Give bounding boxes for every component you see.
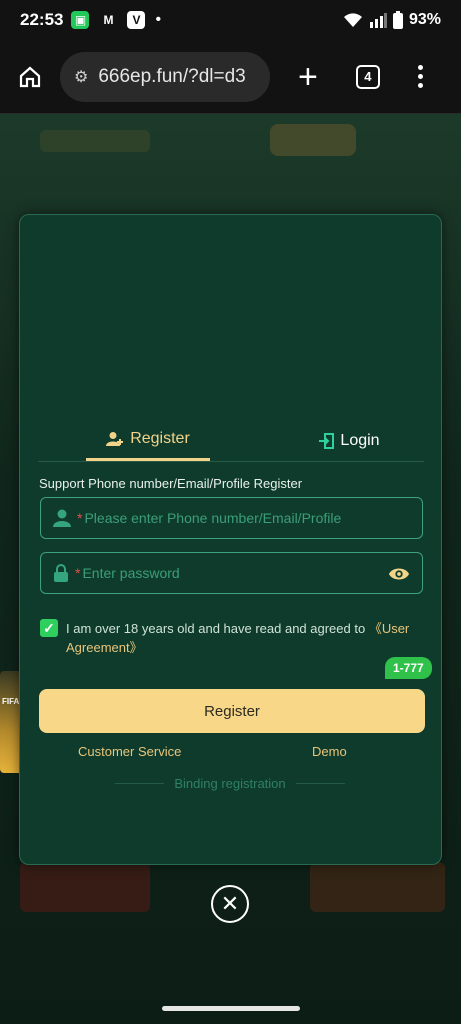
blurred-header-button xyxy=(270,124,356,156)
auth-tabs: Register Login xyxy=(38,420,424,462)
address-bar[interactable]: ⚙ 666ep.fun/?dl=d3 xyxy=(60,51,270,102)
gesture-home-bar[interactable] xyxy=(162,1006,300,1011)
required-mark: * xyxy=(75,565,81,581)
account-placeholder: Please enter Phone number/Email/Profile xyxy=(84,510,342,526)
tab-switcher-button[interactable]: 4 xyxy=(355,64,380,89)
lock-icon xyxy=(54,564,68,582)
agreement-text: I am over 18 years old and have read and… xyxy=(66,619,425,657)
wifi-icon xyxy=(343,13,362,27)
required-mark: * xyxy=(77,510,83,526)
tab-register[interactable]: Register xyxy=(86,420,210,461)
agreement-row: ✓ I am over 18 years old and have read a… xyxy=(40,619,425,657)
new-tab-icon[interactable]: + xyxy=(298,60,318,94)
tab-count: 4 xyxy=(364,69,372,84)
mail-icon: M xyxy=(103,13,114,27)
close-icon[interactable]: ✕ xyxy=(211,885,249,923)
signal-icon xyxy=(369,13,387,28)
site-settings-icon[interactable]: ⚙ xyxy=(74,67,88,87)
binding-registration: Binding registration xyxy=(115,776,346,791)
blurred-game-tile xyxy=(310,862,445,912)
customer-service-link[interactable]: Customer Service xyxy=(78,744,181,759)
fifa-badge-text: FIFA xyxy=(2,697,20,706)
user-icon xyxy=(53,509,71,527)
tab-login[interactable]: Login xyxy=(274,420,424,461)
tab-login-label: Login xyxy=(340,431,380,449)
support-text: Support Phone number/Email/Profile Regis… xyxy=(39,476,303,491)
home-icon[interactable] xyxy=(18,65,42,89)
url-text: 666ep.fun/?dl=d3 xyxy=(98,65,246,87)
clock: 22:53 xyxy=(20,10,64,29)
v-app-icon: V xyxy=(127,11,146,29)
battery-icon xyxy=(392,11,403,29)
register-button[interactable]: Register xyxy=(39,689,425,733)
browser-toolbar: ⚙ 666ep.fun/?dl=d3 + 4 xyxy=(0,40,461,114)
promo-chip: 1-777 xyxy=(385,657,432,679)
demo-link[interactable]: Demo xyxy=(312,744,347,759)
divider xyxy=(295,783,346,784)
password-placeholder: Enter password xyxy=(82,565,180,581)
add-user-icon xyxy=(106,432,124,446)
account-input[interactable]: * Please enter Phone number/Email/Profil… xyxy=(40,497,423,539)
login-icon xyxy=(319,432,335,449)
battery-level: 93% xyxy=(408,11,441,28)
show-password-icon[interactable] xyxy=(388,563,410,585)
auth-modal: Register Login Support Phone number/Emai… xyxy=(19,214,442,865)
agreement-label: I am over 18 years old and have read and… xyxy=(66,621,369,636)
blurred-logo xyxy=(40,130,150,152)
status-bar: 22:53 ▣ M V • 93% xyxy=(0,0,461,40)
binding-label: Binding registration xyxy=(174,776,286,791)
agree-checkbox[interactable]: ✓ xyxy=(40,619,58,637)
more-notifications-dot: • xyxy=(155,11,162,28)
divider xyxy=(115,783,165,784)
blurred-game-tile xyxy=(20,862,150,912)
app-notification-icon: ▣ xyxy=(71,11,90,29)
tab-register-label: Register xyxy=(130,430,190,447)
more-menu-icon[interactable] xyxy=(417,65,423,88)
password-input[interactable]: * Enter password xyxy=(40,552,423,594)
